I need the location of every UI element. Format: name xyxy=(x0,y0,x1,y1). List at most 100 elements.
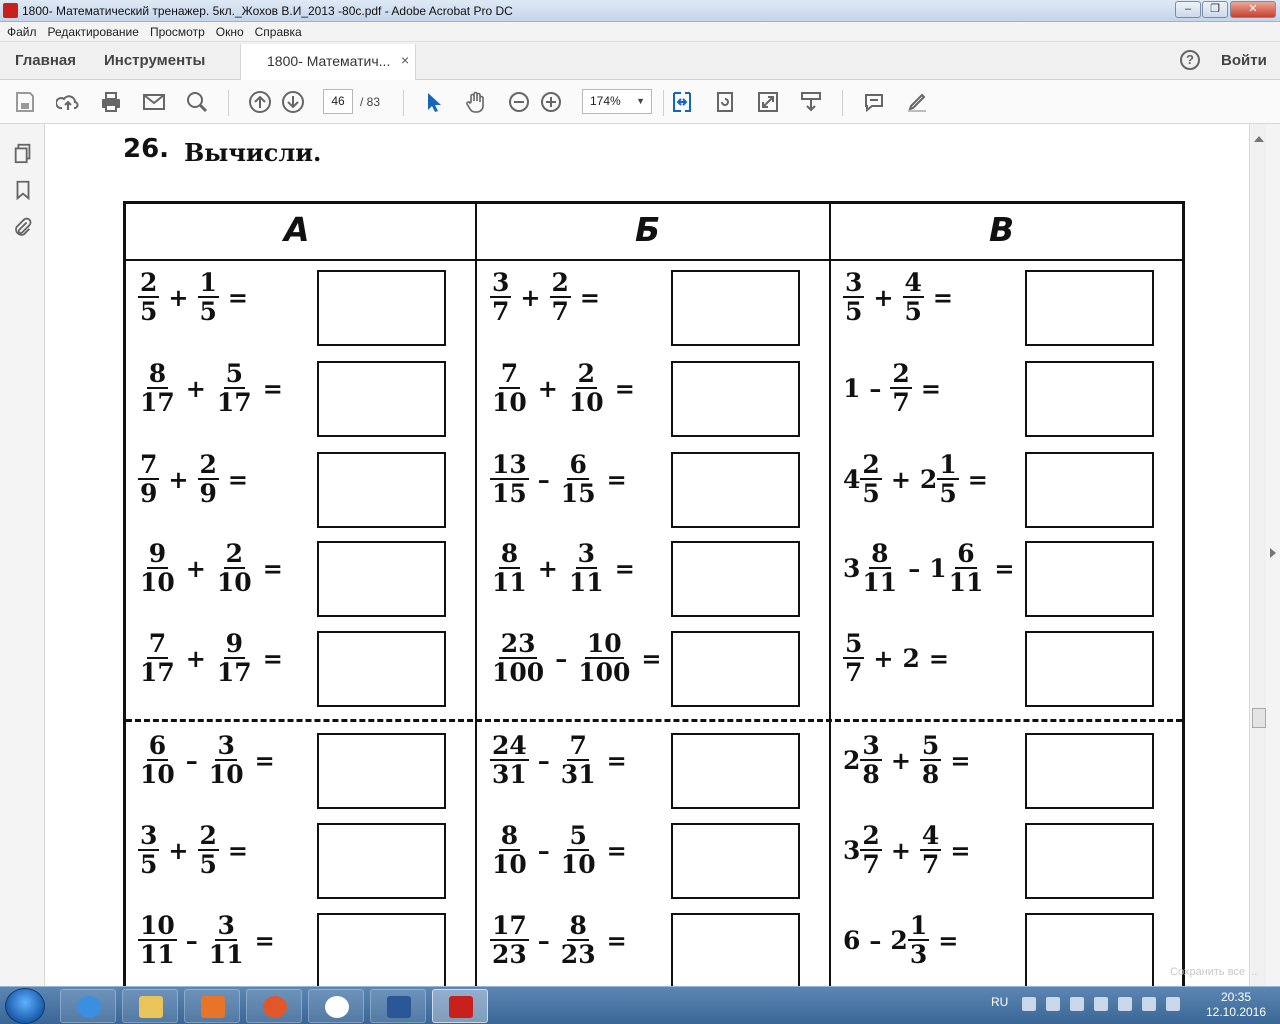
tray-icon[interactable] xyxy=(1070,997,1084,1011)
menu-help[interactable]: Справка xyxy=(255,22,302,39)
denominator: 31 xyxy=(492,760,527,789)
bookmark-icon[interactable] xyxy=(12,179,34,201)
tab-tools[interactable]: Инструменты xyxy=(104,52,205,69)
close-window-button[interactable]: ✕ xyxy=(1230,1,1276,18)
scroll-mode-icon[interactable] xyxy=(799,90,823,114)
column-header: А xyxy=(284,210,310,249)
maximize-button[interactable]: ❐ xyxy=(1202,1,1228,18)
tab-document[interactable]: 1800- Математич... × xyxy=(240,44,416,80)
help-icon[interactable]: ? xyxy=(1180,50,1200,70)
operator: = xyxy=(920,373,941,403)
print-icon[interactable] xyxy=(99,90,123,114)
answer-box[interactable] xyxy=(671,913,800,986)
answer-box[interactable] xyxy=(1025,733,1154,809)
answer-box[interactable] xyxy=(1025,361,1154,437)
hand-tool-icon[interactable] xyxy=(464,90,488,114)
minimize-button[interactable]: ‒ xyxy=(1175,1,1201,18)
answer-box[interactable] xyxy=(317,361,446,437)
menu-edit[interactable]: Редактирование xyxy=(48,22,139,39)
fraction: 13 15 xyxy=(490,451,529,507)
math-expression: 6 10–3 10 = xyxy=(138,725,284,795)
menu-view[interactable]: Просмотр xyxy=(150,22,205,39)
answer-box[interactable] xyxy=(1025,270,1154,346)
math-expression: 1–2 7 = xyxy=(843,353,950,423)
select-cursor-icon[interactable] xyxy=(421,90,445,114)
answer-box[interactable] xyxy=(1025,541,1154,617)
numerator: 7 xyxy=(498,359,521,389)
comment-icon[interactable] xyxy=(862,90,886,114)
answer-box[interactable] xyxy=(317,823,446,899)
menu-file[interactable]: Файл xyxy=(7,22,37,39)
answer-box[interactable] xyxy=(671,270,800,346)
math-expression: 8 10–5 10 = xyxy=(490,815,636,885)
fraction: 8 10 xyxy=(490,822,529,878)
save-icon[interactable] xyxy=(13,90,37,114)
whole-number: 1 xyxy=(843,373,861,403)
vertical-scrollbar[interactable] xyxy=(1252,124,1266,986)
answer-box[interactable] xyxy=(1025,452,1154,528)
answer-box[interactable] xyxy=(671,823,800,899)
numerator: 2 xyxy=(197,821,219,851)
page-number-input[interactable]: 46 xyxy=(323,89,353,114)
denominator: 5 xyxy=(845,297,863,326)
tray-icon[interactable] xyxy=(1022,997,1036,1011)
taskbar-file-explorer[interactable] xyxy=(122,989,178,1023)
denominator: 31 xyxy=(560,760,596,789)
answer-box[interactable] xyxy=(671,361,800,437)
fraction: 38 xyxy=(860,732,882,788)
flag-icon[interactable] xyxy=(1118,997,1132,1011)
attachment-paperclip-icon[interactable] xyxy=(12,216,34,238)
fullscreen-icon[interactable] xyxy=(756,90,780,114)
tab-home[interactable]: Главная xyxy=(15,52,76,69)
zoom-in-icon[interactable] xyxy=(539,90,563,114)
pages-thumbnail-icon[interactable] xyxy=(12,142,34,164)
zoom-out-icon[interactable] xyxy=(507,90,531,114)
answer-box[interactable] xyxy=(671,452,800,528)
answer-box[interactable] xyxy=(671,631,800,707)
answer-box[interactable] xyxy=(1025,823,1154,899)
language-indicator[interactable]: RU xyxy=(991,995,1008,1009)
search-icon[interactable] xyxy=(185,90,209,114)
scrollbar-thumb[interactable] xyxy=(1252,708,1266,728)
fit-width-icon[interactable] xyxy=(670,90,694,114)
operator: – xyxy=(185,925,198,955)
answer-box[interactable] xyxy=(671,733,800,809)
previous-page-icon[interactable] xyxy=(248,90,272,114)
document-page: 26. Вычисли. А 2 5 +1 5 = 8 17 +5 17 = 7 9 +2 9 = 9 10 +2 1… xyxy=(45,124,1249,986)
taskbar-firefox[interactable] xyxy=(246,989,302,1023)
rotate-page-icon[interactable] xyxy=(713,90,737,114)
highlight-pen-icon[interactable] xyxy=(905,90,929,114)
scroll-up-arrow-icon[interactable] xyxy=(1254,136,1264,142)
expand-right-panel-icon[interactable] xyxy=(1270,548,1276,558)
start-button[interactable] xyxy=(5,988,45,1024)
system-clock[interactable]: 20:35 12.10.2016 xyxy=(1196,990,1276,1020)
answer-box[interactable] xyxy=(317,270,446,346)
answer-box[interactable] xyxy=(317,541,446,617)
volume-icon[interactable] xyxy=(1166,997,1180,1011)
next-page-icon[interactable] xyxy=(281,90,305,114)
zoom-select[interactable]: 174% ▼ xyxy=(582,89,652,114)
email-icon[interactable] xyxy=(142,90,166,114)
toolbar-separator xyxy=(403,90,404,116)
menu-window[interactable]: Окно xyxy=(216,22,244,39)
taskbar-acrobat[interactable] xyxy=(432,989,488,1023)
sign-in-button[interactable]: Войти xyxy=(1221,52,1267,69)
taskbar-yandex-browser[interactable] xyxy=(308,989,364,1023)
windows-taskbar: RU 20:35 12.10.2016 xyxy=(0,986,1280,1024)
answer-box[interactable] xyxy=(1025,913,1154,986)
tray-icon[interactable] xyxy=(1046,997,1060,1011)
numerator: 7 xyxy=(567,731,589,761)
network-icon[interactable] xyxy=(1142,997,1156,1011)
close-tab-icon[interactable]: × xyxy=(401,52,409,68)
upload-cloud-icon[interactable] xyxy=(56,90,80,114)
taskbar-word[interactable] xyxy=(370,989,426,1023)
answer-box[interactable] xyxy=(671,541,800,617)
answer-box[interactable] xyxy=(317,733,446,809)
answer-box[interactable] xyxy=(317,631,446,707)
answer-box[interactable] xyxy=(317,913,446,986)
taskbar-media-player[interactable] xyxy=(184,989,240,1023)
tray-icon[interactable] xyxy=(1094,997,1108,1011)
answer-box[interactable] xyxy=(1025,631,1154,707)
taskbar-internet-explorer[interactable] xyxy=(60,989,116,1023)
answer-box[interactable] xyxy=(317,452,446,528)
